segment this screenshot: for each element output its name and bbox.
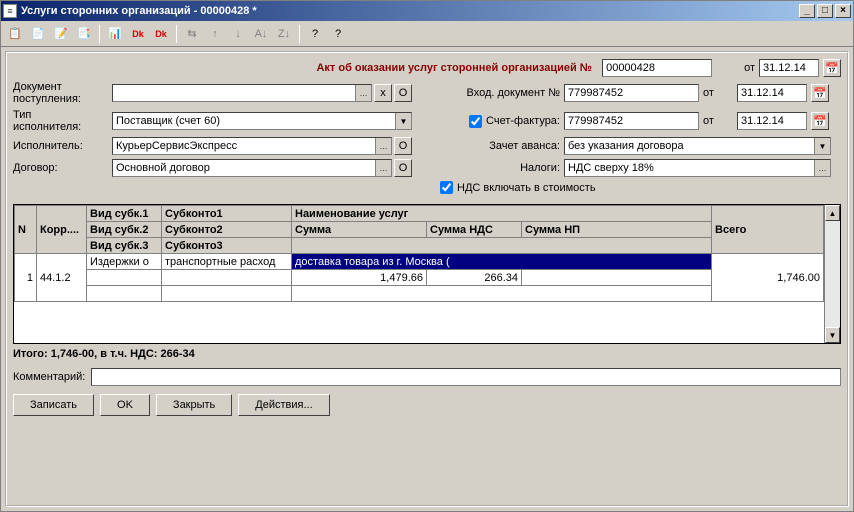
table-row[interactable]: 1 44.1.2 Издержки о транспортные расход … xyxy=(15,254,824,270)
date2-input[interactable] xyxy=(737,84,807,102)
sf-checkbox[interactable] xyxy=(469,115,482,128)
services-table: N Корр.... Вид субк.1 Субконто1 Наименов… xyxy=(13,204,841,344)
calendar-icon-2[interactable]: 📅 xyxy=(811,84,829,102)
toolbar-separator xyxy=(176,25,177,43)
save-button[interactable]: Записать xyxy=(13,394,94,416)
tb-5[interactable]: 📊 xyxy=(105,24,125,44)
col-korr[interactable]: Корр.... xyxy=(37,206,87,254)
tb-12[interactable]: Z↓ xyxy=(274,24,294,44)
scroll-down-icon[interactable]: ▼ xyxy=(825,327,840,343)
comment-input[interactable] xyxy=(91,368,841,386)
type-label: Тип исполнителя: xyxy=(13,109,108,133)
sf-input[interactable] xyxy=(564,112,699,130)
ot-label-1: от xyxy=(744,62,755,74)
col-vid2[interactable]: Вид субк.2 xyxy=(87,222,162,238)
sf-label: Счет-фактура: xyxy=(486,115,560,127)
tb-9[interactable]: ↑ xyxy=(205,24,225,44)
headline: Акт об оказании услуг сторонней организа… xyxy=(112,62,598,74)
table-row[interactable] xyxy=(15,286,824,302)
nds-include-checkbox[interactable] xyxy=(440,181,453,194)
toolbar: 📋 📄 📝 📑 📊 Dk Dk ⇆ ↑ ↓ A↓ Z↓ ? ? xyxy=(1,21,853,47)
maximize-button[interactable]: □ xyxy=(817,4,833,18)
tb-10[interactable]: ↓ xyxy=(228,24,248,44)
col-vid3[interactable]: Вид субк.3 xyxy=(87,238,162,254)
tb-3[interactable]: 📝 xyxy=(51,24,71,44)
lookup-icon[interactable]: … xyxy=(814,160,830,176)
type-combo[interactable]: ▼ xyxy=(112,112,412,130)
col-naim[interactable]: Наименование услуг xyxy=(292,206,712,222)
close-button[interactable]: × xyxy=(835,4,851,18)
incoming-input[interactable] xyxy=(564,84,699,102)
receipt-input[interactable]: … xyxy=(112,84,372,102)
totals-line: Итого: 1,746-00, в т.ч. НДС: 266-34 xyxy=(13,348,841,360)
toolbar-separator xyxy=(299,25,300,43)
selected-cell[interactable]: доставка товара из г. Москва ( xyxy=(292,254,712,270)
tb-13[interactable]: ? xyxy=(305,24,325,44)
calendar-icon-3[interactable]: 📅 xyxy=(811,112,829,130)
col-n[interactable]: N xyxy=(15,206,37,254)
col-snds[interactable]: Сумма НДС xyxy=(427,222,522,238)
open-o-button-2[interactable]: О xyxy=(394,137,412,155)
window-title: Услуги сторонних организаций - 00000428 … xyxy=(21,5,799,17)
lookup-icon[interactable]: … xyxy=(375,160,391,176)
chevron-down-icon[interactable]: ▼ xyxy=(395,113,411,129)
actions-button[interactable]: Действия... xyxy=(238,394,329,416)
avans-label: Зачет аванса: xyxy=(440,140,560,152)
col-snp[interactable]: Сумма НП xyxy=(522,222,712,238)
tb-7[interactable]: Dk xyxy=(151,24,171,44)
doc-number-input[interactable] xyxy=(602,59,712,77)
col-vid1[interactable]: Вид субк.1 xyxy=(87,206,162,222)
toolbar-separator xyxy=(99,25,100,43)
open-o-button-3[interactable]: О xyxy=(394,159,412,177)
vertical-scrollbar[interactable]: ▲ ▼ xyxy=(824,205,840,343)
col-vsego[interactable]: Всего xyxy=(712,206,824,254)
col-sub3[interactable]: Субконто3 xyxy=(162,238,292,254)
open-o-button-1[interactable]: О xyxy=(394,84,412,102)
date3-input[interactable] xyxy=(737,112,807,130)
tb-1[interactable]: 📋 xyxy=(5,24,25,44)
tb-2[interactable]: 📄 xyxy=(28,24,48,44)
dogovor-label: Договор: xyxy=(13,162,108,174)
exec-combo[interactable]: … xyxy=(112,137,392,155)
app-window: ≡ Услуги сторонних организаций - 0000042… xyxy=(0,0,854,512)
tb-11[interactable]: A↓ xyxy=(251,24,271,44)
incoming-label: Вход. документ № xyxy=(440,87,560,99)
dogovor-combo[interactable]: … xyxy=(112,159,392,177)
comment-label: Комментарий: xyxy=(13,371,85,383)
tb-14[interactable]: ? xyxy=(328,24,348,44)
clear-x-button[interactable]: х xyxy=(374,84,392,102)
titlebar[interactable]: ≡ Услуги сторонних организаций - 0000042… xyxy=(1,1,853,21)
scroll-up-icon[interactable]: ▲ xyxy=(825,205,840,221)
chevron-down-icon[interactable]: ▼ xyxy=(814,138,830,154)
ok-button[interactable]: OK xyxy=(100,394,150,416)
col-summa[interactable]: Сумма xyxy=(292,222,427,238)
lookup-icon[interactable]: … xyxy=(355,85,371,101)
ot-label-2: от xyxy=(703,87,733,99)
app-icon: ≡ xyxy=(3,4,17,18)
lookup-icon[interactable]: … xyxy=(375,138,391,154)
tb-4[interactable]: 📑 xyxy=(74,24,94,44)
col-sub1[interactable]: Субконто1 xyxy=(162,206,292,222)
nalogi-label: Налоги: xyxy=(440,162,560,174)
main-panel: Акт об оказании услуг сторонней организа… xyxy=(5,51,849,507)
close-button-form[interactable]: Закрыть xyxy=(156,394,232,416)
exec-label: Исполнитель: xyxy=(13,140,108,152)
calendar-icon-1[interactable]: 📅 xyxy=(823,59,841,77)
nds-include-label: НДС включать в стоимость xyxy=(457,182,596,194)
receipt-label: Документ поступления: xyxy=(13,81,108,105)
col-sub2[interactable]: Субконто2 xyxy=(162,222,292,238)
tb-6[interactable]: Dk xyxy=(128,24,148,44)
date1-input[interactable] xyxy=(759,59,819,77)
table-row[interactable]: 1,479.66 266.34 xyxy=(15,270,824,286)
minimize-button[interactable]: _ xyxy=(799,4,815,18)
nalogi-combo[interactable]: … xyxy=(564,159,831,177)
ot-label-3: от xyxy=(703,115,733,127)
tb-8[interactable]: ⇆ xyxy=(182,24,202,44)
avans-combo[interactable]: ▼ xyxy=(564,137,831,155)
